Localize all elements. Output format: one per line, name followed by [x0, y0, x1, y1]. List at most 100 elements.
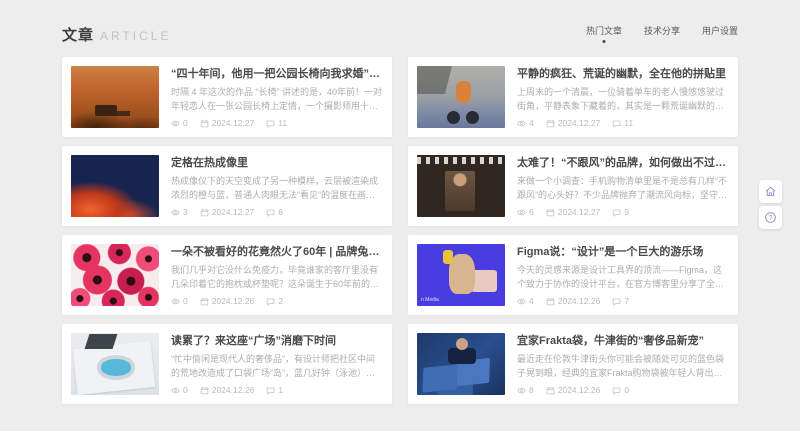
- article-title[interactable]: 太难了！“不跟风”的品牌，如何做出不过时的设计？: [517, 156, 729, 170]
- views-count: 0: [183, 118, 188, 128]
- comment-bubble-icon: [266, 208, 275, 217]
- comments-count: 0: [624, 385, 629, 395]
- article-body: 一朵不被看好的花竟然火了60年 | 品牌兔子洞 我们几乎对它没什么免疫力，毕竟谁…: [171, 244, 383, 306]
- article-card[interactable]: n Media Figma说：“设计”是一个巨大的游乐场 今天的灵感来源是设计工…: [408, 235, 738, 315]
- article-meta: 4 2024.12.26 7: [517, 296, 729, 306]
- article-title[interactable]: 读累了？来这座“广场”消磨下时间: [171, 334, 383, 348]
- publish-date: 2024.12.27: [212, 118, 255, 128]
- thumbnail-text: n Media: [421, 297, 439, 303]
- svg-text:?: ?: [768, 213, 772, 222]
- views-count: 8: [529, 385, 534, 395]
- comments-meta: 11: [612, 118, 633, 128]
- nav-label: 技术分享: [644, 26, 680, 36]
- views-meta: 4: [517, 118, 534, 128]
- views-count: 0: [183, 296, 188, 306]
- article-card[interactable]: 太难了！“不跟风”的品牌，如何做出不过时的设计？ 来做一个小调查：手机购物清单里…: [408, 146, 738, 226]
- publish-date: 2024.12.27: [558, 207, 601, 217]
- article-card[interactable]: 宜家Frakta袋，牛津街的“奢侈品新宠” 最近走在伦敦牛津街头你可能会被随处可…: [408, 324, 738, 404]
- page-title: 文章ARTICLE: [62, 24, 171, 45]
- comment-bubble-icon: [266, 119, 275, 128]
- thumbnail-decoration: [456, 81, 471, 103]
- article-excerpt: 我们几乎对它没什么免疫力，毕竟谁家的客厅里没有几朵印着它的抱枕或杯垫呢？这朵诞生…: [171, 264, 383, 292]
- calendar-icon: [546, 386, 555, 395]
- article-excerpt: 今天的灵感来源是设计工具界的顶流——Figma，这个致力于协作的设计平台，在官方…: [517, 264, 729, 292]
- publish-date: 2024.12.27: [558, 118, 601, 128]
- calendar-icon: [200, 119, 209, 128]
- publish-date: 2024.12.26: [558, 385, 601, 395]
- article-card[interactable]: 平静的疯狂、荒诞的幽默，全在他的拼贴里 上周末的一个清晨，一位骑着单车的老人慢悠…: [408, 57, 738, 137]
- article-card[interactable]: 读累了？来这座“广场”消磨下时间 “忙中偷闲是现代人的奢侈品”，有设计师把社区中…: [62, 324, 392, 404]
- eye-icon: [517, 119, 526, 128]
- article-thumbnail: [417, 333, 505, 395]
- article-meta: 4 2024.12.27 11: [517, 118, 729, 128]
- eye-icon: [171, 297, 180, 306]
- date-meta: 2024.12.26: [546, 296, 601, 306]
- article-excerpt: 时隔 4 年这次的作品 “长椅” 讲述的是，40年前！一对年轻恋人在一张公园长椅…: [171, 86, 383, 114]
- comments-meta: 0: [612, 385, 629, 395]
- thumbnail-decoration: [447, 111, 460, 124]
- comments-count: 7: [624, 296, 629, 306]
- article-thumbnail: [417, 66, 505, 128]
- article-card[interactable]: “四十年间，他用一把公园长椅向我求婚” | 灵感手抄本 时隔 4 年这次的作品 …: [62, 57, 392, 137]
- home-button[interactable]: [759, 180, 782, 203]
- article-thumbnail: [71, 155, 159, 217]
- nav-item[interactable]: 用户设置: [702, 24, 738, 43]
- article-title[interactable]: “四十年间，他用一把公园长椅向我求婚” | 灵感手抄本: [171, 67, 383, 81]
- nav-item[interactable]: 技术分享: [644, 24, 680, 43]
- article-excerpt: 最近走在伦敦牛津街头你可能会被随处可见的蓝色袋子晃到眼，经典的宜家Frakta购…: [517, 353, 729, 381]
- article-meta: 3 2024.12.27 6: [171, 207, 383, 217]
- article-body: 太难了！“不跟风”的品牌，如何做出不过时的设计？ 来做一个小调查：手机购物清单里…: [517, 155, 729, 217]
- article-title[interactable]: Figma说：“设计”是一个巨大的游乐场: [517, 245, 729, 259]
- home-icon: [764, 185, 777, 198]
- article-body: 定格在热成像里 热成像仪下的天空变成了另一种模样，云层被渲染成浓烈的橙与蓝，普通…: [171, 155, 383, 217]
- views-meta: 0: [171, 385, 188, 395]
- comment-bubble-icon: [612, 386, 621, 395]
- calendar-icon: [546, 208, 555, 217]
- help-button[interactable]: ?: [759, 206, 782, 229]
- article-grid: “四十年间，他用一把公园长椅向我求婚” | 灵感手抄本 时隔 4 年这次的作品 …: [62, 57, 738, 404]
- publish-date: 2024.12.27: [212, 207, 255, 217]
- article-card[interactable]: 一朵不被看好的花竟然火了60年 | 品牌兔子洞 我们几乎对它没什么免疫力，毕竟谁…: [62, 235, 392, 315]
- views-meta: 4: [517, 296, 534, 306]
- article-body: Figma说：“设计”是一个巨大的游乐场 今天的灵感来源是设计工具界的顶流——F…: [517, 244, 729, 306]
- calendar-icon: [200, 208, 209, 217]
- eye-icon: [171, 386, 180, 395]
- nav-item[interactable]: 热门文章: [586, 24, 622, 43]
- date-meta: 2024.12.27: [546, 118, 601, 128]
- publish-date: 2024.12.26: [212, 385, 255, 395]
- nav-label: 用户设置: [702, 26, 738, 36]
- eye-icon: [517, 208, 526, 217]
- article-body: 宜家Frakta袋，牛津街的“奢侈品新宠” 最近走在伦敦牛津街头你可能会被随处可…: [517, 333, 729, 395]
- article-title[interactable]: 宜家Frakta袋，牛津街的“奢侈品新宠”: [517, 334, 729, 348]
- eye-icon: [517, 297, 526, 306]
- comments-count: 9: [624, 207, 629, 217]
- article-title[interactable]: 一朵不被看好的花竟然火了60年 | 品牌兔子洞: [171, 245, 383, 259]
- article-title[interactable]: 定格在热成像里: [171, 156, 383, 170]
- article-body: 读累了？来这座“广场”消磨下时间 “忙中偷闲是现代人的奢侈品”，有设计师把社区中…: [171, 333, 383, 395]
- date-meta: 2024.12.27: [546, 207, 601, 217]
- calendar-icon: [546, 119, 555, 128]
- date-meta: 2024.12.27: [200, 118, 255, 128]
- eye-icon: [171, 208, 180, 217]
- thumbnail-decoration: [443, 250, 453, 264]
- article-excerpt: “忙中偷闲是现代人的奢侈品”，有设计师把社区中间的荒地改造成了口袋广场“岛”，蓝…: [171, 353, 383, 381]
- article-thumbnail: [71, 244, 159, 306]
- side-tools: ?: [759, 180, 782, 229]
- article-card[interactable]: 定格在热成像里 热成像仪下的天空变成了另一种模样，云层被渲染成浓烈的橙与蓝，普通…: [62, 146, 392, 226]
- comment-bubble-icon: [612, 208, 621, 217]
- article-title[interactable]: 平静的疯狂、荒诞的幽默，全在他的拼贴里: [517, 67, 729, 81]
- views-meta: 3: [171, 207, 188, 217]
- views-meta: 0: [171, 296, 188, 306]
- nav-label: 热门文章: [586, 26, 622, 36]
- eye-icon: [517, 386, 526, 395]
- publish-date: 2024.12.26: [558, 296, 601, 306]
- comments-meta: 9: [612, 207, 629, 217]
- article-body: “四十年间，他用一把公园长椅向我求婚” | 灵感手抄本 时隔 4 年这次的作品 …: [171, 66, 383, 128]
- article-thumbnail: [417, 155, 505, 217]
- article-thumbnail: n Media: [417, 244, 505, 306]
- comment-bubble-icon: [612, 297, 621, 306]
- page-header: 文章ARTICLE 热门文章 技术分享 用户设置: [62, 0, 738, 45]
- date-meta: 2024.12.26: [200, 296, 255, 306]
- article-body: 平静的疯狂、荒诞的幽默，全在他的拼贴里 上周末的一个清晨，一位骑着单车的老人慢悠…: [517, 66, 729, 128]
- views-meta: 6: [517, 207, 534, 217]
